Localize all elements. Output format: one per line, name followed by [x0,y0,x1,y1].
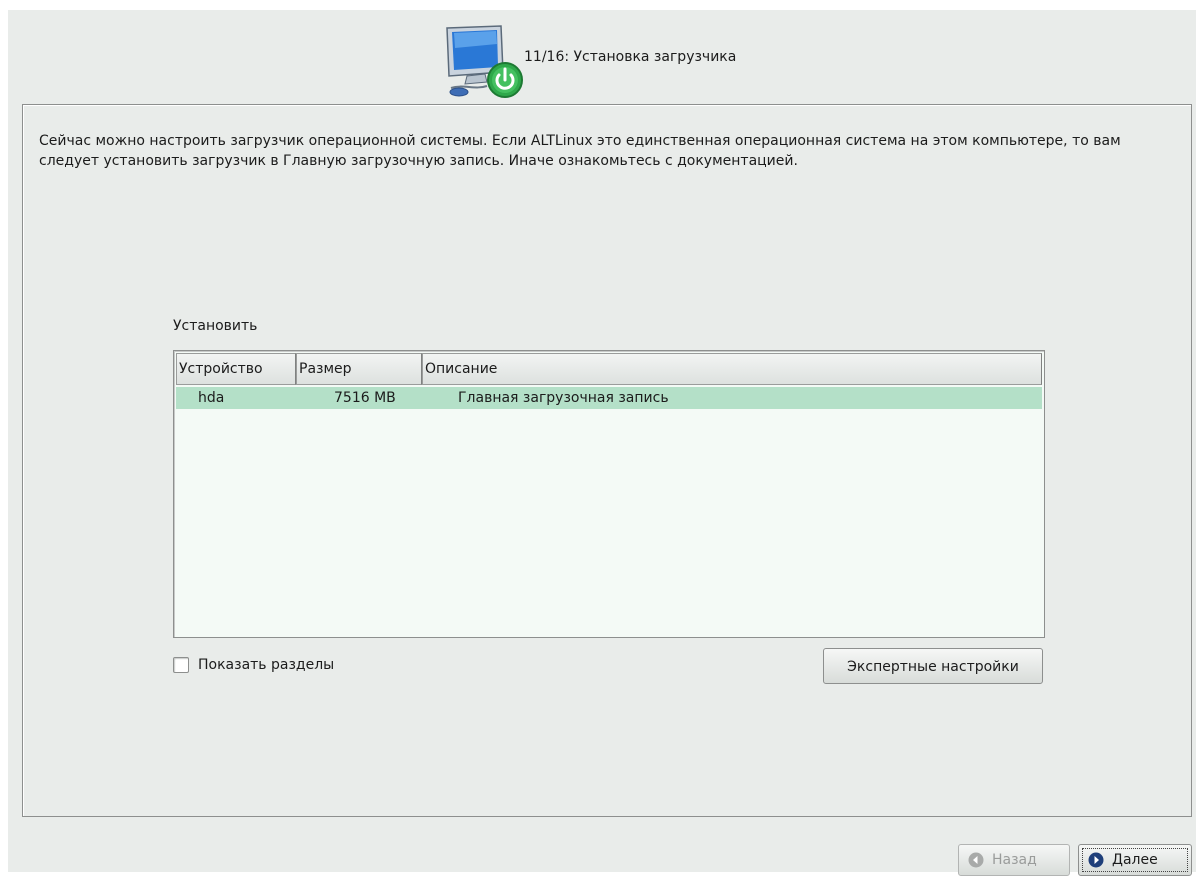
next-label: Далее [1112,852,1158,868]
arrow-left-circle-icon [968,852,984,868]
next-button[interactable]: Далее [1078,844,1192,876]
content-panel: Сейчас можно настроить загрузчик операци… [22,104,1192,817]
table-header: Устройство Размер Описание [176,353,1042,385]
cell-device: hda [198,390,225,406]
expert-settings-button[interactable]: Экспертные настройки [823,648,1043,684]
cell-size: 7516 MB [334,390,396,406]
arrow-right-circle-icon [1088,852,1104,868]
step-title: 11/16: Установка загрузчика [524,49,737,65]
back-label: Назад [992,852,1037,868]
column-header-device[interactable]: Устройство [176,353,296,385]
show-partitions-label: Показать разделы [198,657,335,673]
back-button[interactable]: Назад [958,844,1070,876]
show-partitions-checkbox[interactable]: Показать разделы [173,655,334,675]
table-row[interactable]: hda 7516 MB Главная загрузочная запись [176,387,1042,409]
computer-power-icon [446,25,523,98]
checkbox-box[interactable] [173,657,189,673]
bootloader-device-table[interactable]: Устройство Размер Описание hda 7516 MB Г… [173,350,1045,638]
column-header-description[interactable]: Описание [422,353,1042,385]
install-label: Установить [173,318,258,334]
intro-text: Сейчас можно настроить загрузчик операци… [39,133,1121,169]
column-header-size[interactable]: Размер [296,353,422,385]
cell-description: Главная загрузочная запись [458,390,669,406]
installer-window: 11/16: Установка загрузчика Сейчас можно… [8,10,1196,876]
header: 11/16: Установка загрузчика [8,10,1196,104]
